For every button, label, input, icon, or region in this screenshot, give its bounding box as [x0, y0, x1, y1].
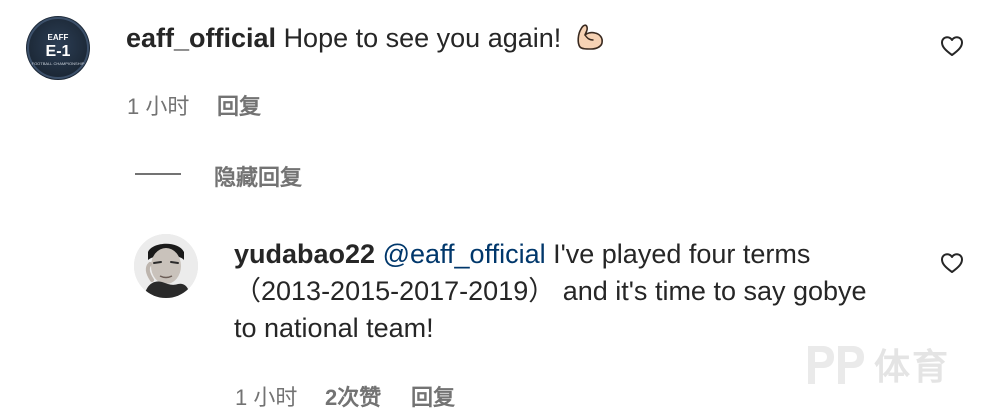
watermark-text: 体育 [874, 346, 951, 387]
svg-text:E-1: E-1 [46, 43, 71, 60]
reply-1-likes-count[interactable]: 2次赞 [325, 380, 381, 412]
comment-1-text: Hope to see you again! [283, 23, 562, 53]
svg-text:EAFF: EAFF [48, 33, 69, 42]
flexed-biceps-icon [573, 19, 607, 62]
reply-1-text-part-1: I've played four terms [553, 239, 811, 269]
pp-logo-icon [808, 346, 864, 384]
like-heart-icon-reply-1[interactable] [940, 252, 964, 279]
comment-1-time: 1 小时 [127, 94, 190, 119]
yudabao22-avatar[interactable] [134, 234, 198, 298]
eaff-logo: EAFF E-1 FOOTBALL CHAMPIONSHIP [27, 17, 89, 79]
reply-1-text-part-2: （2013-2015-2017-2019） and it's time to s… [234, 276, 867, 306]
watermark: 体育 [804, 336, 974, 406]
like-heart-icon-comment-1[interactable] [940, 35, 964, 62]
reply-1-username[interactable]: yudabao22 [234, 239, 375, 269]
reply-1-time: 1 小时 [235, 385, 298, 410]
eaff-avatar[interactable]: EAFF E-1 FOOTBALL CHAMPIONSHIP [26, 16, 90, 80]
reply-1-body: yudabao22 @eaff_official I've played fou… [234, 236, 914, 347]
reply-1-reply-button[interactable]: 回复 [411, 380, 455, 412]
comment-1-username[interactable]: eaff_official [126, 23, 276, 53]
hide-replies-divider [135, 173, 181, 175]
reply-1-mention-link[interactable]: @eaff_official [383, 239, 546, 269]
hide-replies-button[interactable]: 隐藏回复 [214, 160, 302, 192]
portrait-photo [134, 234, 198, 298]
comment-1-reply-button[interactable]: 回复 [217, 89, 261, 121]
comment-1-line: eaff_official Hope to see you again! [126, 19, 607, 62]
reply-1-line-1: yudabao22 @eaff_official I've played fou… [234, 236, 914, 273]
svg-text:FOOTBALL CHAMPIONSHIP: FOOTBALL CHAMPIONSHIP [32, 61, 85, 66]
